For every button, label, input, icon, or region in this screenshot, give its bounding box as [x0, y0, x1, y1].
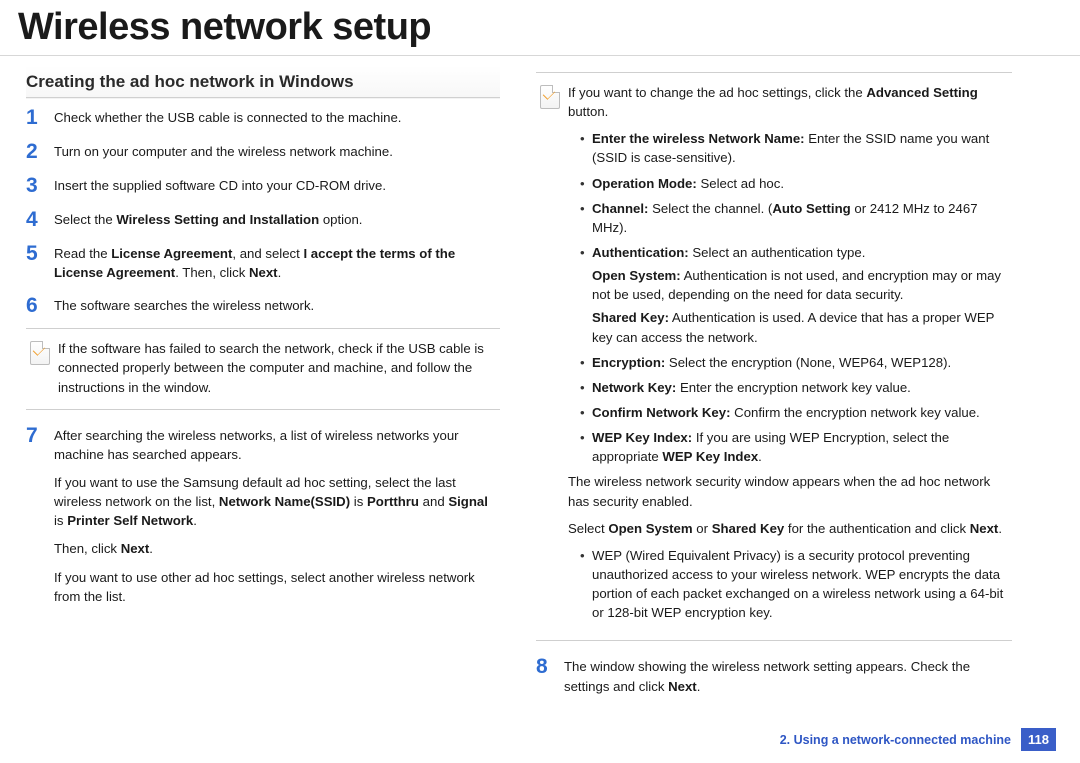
bullet-item: Confirm Network Key: Confirm the encrypt… [580, 403, 1008, 422]
step-7: 7After searching the wireless networks, … [26, 424, 500, 606]
right-column: If you want to change the ad hoc setting… [520, 66, 1040, 708]
content-columns: Creating the ad hoc network in Windows 1… [0, 56, 1080, 708]
step: 8The window showing the wireless network… [536, 655, 1012, 695]
step-number: 1 [26, 106, 54, 128]
bullet-item: Channel: Select the channel. (Auto Setti… [580, 199, 1008, 237]
left-column: Creating the ad hoc network in Windows 1… [0, 66, 520, 708]
step-body: Read the License Agreement, and select I… [54, 242, 500, 282]
step-body: Select the Wireless Setting and Installa… [54, 208, 500, 229]
step-body: Turn on your computer and the wireless n… [54, 140, 500, 161]
note-intro: If you want to change the ad hoc setting… [568, 83, 1008, 121]
step: 4Select the Wireless Setting and Install… [26, 208, 500, 230]
bullet-item: Enter the wireless Network Name: Enter t… [580, 129, 1008, 167]
step: 7After searching the wireless networks, … [26, 424, 500, 606]
step: 6The software searches the wireless netw… [26, 294, 500, 316]
advanced-bullets: Enter the wireless Network Name: Enter t… [568, 129, 1008, 466]
note-box-left: If the software has failed to search the… [26, 328, 500, 409]
page-number: 118 [1021, 728, 1056, 751]
note-box-right: If you want to change the ad hoc setting… [536, 72, 1012, 641]
section-heading: Creating the ad hoc network in Windows [26, 66, 500, 98]
note-right-body: If you want to change the ad hoc setting… [568, 83, 1008, 628]
step-number: 2 [26, 140, 54, 162]
wep-note: WEP (Wired Equivalent Privacy) is a secu… [580, 546, 1008, 623]
step-body: After searching the wireless networks, a… [54, 424, 500, 606]
bullet-item: Network Key: Enter the encryption networ… [580, 378, 1008, 397]
page-title: Wireless network setup [0, 0, 1080, 56]
step: 3Insert the supplied software CD into yo… [26, 174, 500, 196]
page-footer: 2. Using a network-connected machine 118 [780, 728, 1056, 751]
step-body: The software searches the wireless netwo… [54, 294, 500, 315]
bullet-item: Authentication: Select an authentication… [580, 243, 1008, 347]
chapter-label: 2. Using a network-connected machine [780, 733, 1011, 747]
note-text: If the software has failed to search the… [58, 339, 496, 396]
step-number: 7 [26, 424, 54, 446]
step-number: 5 [26, 242, 54, 264]
step-number: 6 [26, 294, 54, 316]
step-8: 8The window showing the wireless network… [536, 655, 1012, 695]
step: 2Turn on your computer and the wireless … [26, 140, 500, 162]
step-number: 4 [26, 208, 54, 230]
step-body: The window showing the wireless network … [564, 655, 1012, 695]
wep-note-bullet: WEP (Wired Equivalent Privacy) is a secu… [568, 546, 1008, 623]
step: 5Read the License Agreement, and select … [26, 242, 500, 282]
bullet-item: WEP Key Index: If you are using WEP Encr… [580, 428, 1008, 466]
after-bullets-1: The wireless network security window app… [568, 472, 1008, 510]
step-body: Check whether the USB cable is connected… [54, 106, 500, 127]
steps-1-6: 1Check whether the USB cable is connecte… [26, 106, 500, 316]
note-icon [30, 339, 58, 365]
step-number: 3 [26, 174, 54, 196]
note-icon [540, 83, 568, 109]
step-body: Insert the supplied software CD into you… [54, 174, 500, 195]
bullet-item: Operation Mode: Select ad hoc. [580, 174, 1008, 193]
bullet-item: Encryption: Select the encryption (None,… [580, 353, 1008, 372]
step-number: 8 [536, 655, 564, 677]
step: 1Check whether the USB cable is connecte… [26, 106, 500, 128]
after-bullets-2: Select Open System or Shared Key for the… [568, 519, 1008, 538]
